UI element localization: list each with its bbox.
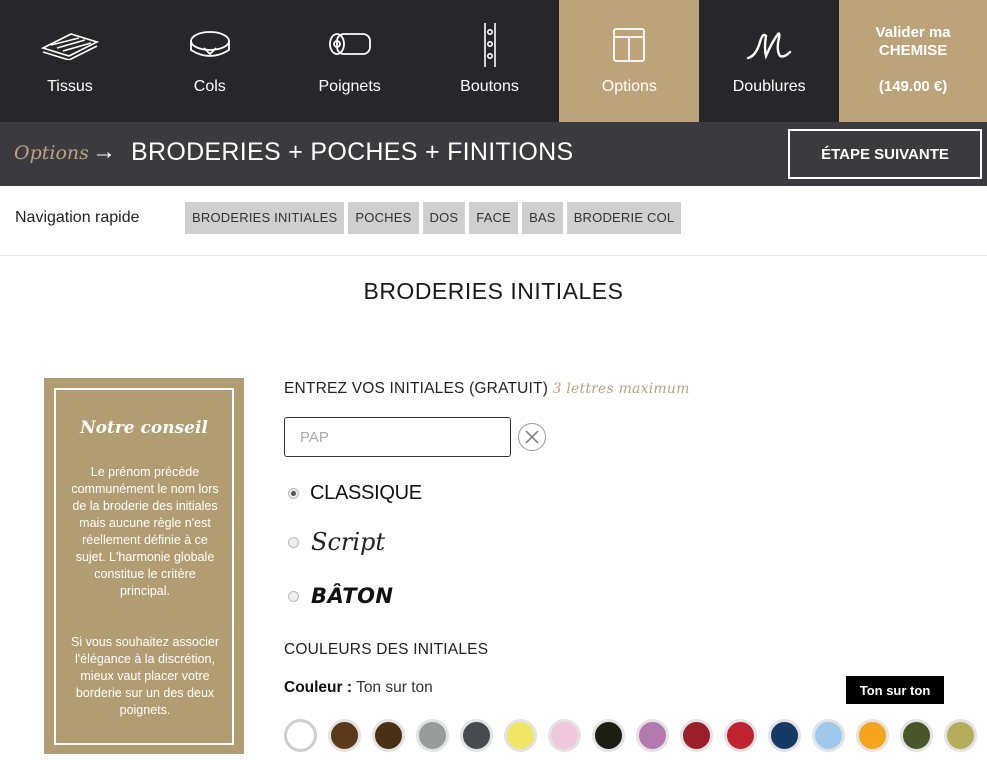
collar-icon <box>180 24 240 66</box>
color-swatch[interactable] <box>504 719 537 752</box>
color-swatch[interactable] <box>284 719 317 752</box>
color-swatch[interactable] <box>812 719 845 752</box>
quick-nav-tab-dos[interactable]: DOS <box>422 202 466 234</box>
radio-classique[interactable] <box>288 488 299 499</box>
color-swatches <box>284 719 987 752</box>
font-label-baton: BÂTON <box>311 584 394 608</box>
color-swatch[interactable] <box>944 719 977 752</box>
quick-nav-tabs: BRODERIES INITIALES POCHES DOS FACE BAS … <box>185 202 685 234</box>
color-current: Couleur : Ton sur ton <box>284 679 433 696</box>
color-swatch[interactable] <box>724 719 757 752</box>
nav-item-boutons[interactable]: Boutons <box>420 0 560 122</box>
nav-label: Doublures <box>732 78 806 95</box>
color-swatch[interactable] <box>372 719 405 752</box>
nav-item-doublures[interactable]: Doublures <box>699 0 839 122</box>
nav-item-cols[interactable]: Cols <box>140 0 280 122</box>
advice-card: Notre conseil Le prénom précède communém… <box>44 378 244 754</box>
quick-nav-tab-poches[interactable]: POCHES <box>348 202 419 234</box>
step-title: BRODERIES + POCHES + FINITIONS <box>131 138 574 166</box>
clear-initials-button[interactable] <box>518 423 546 451</box>
cuff-icon <box>320 24 380 66</box>
advice-paragraph-1: Le prénom précède communément le nom lor… <box>71 465 219 598</box>
nav-label: Boutons <box>460 78 519 95</box>
top-nav: Tissus Cols Poignets Boutons Options Dou… <box>0 0 987 122</box>
quick-nav-tab-face[interactable]: FACE <box>469 202 519 234</box>
next-step-button[interactable]: ÉTAPE SUIVANTE <box>788 129 982 179</box>
fabric-icon <box>40 24 100 66</box>
radio-baton[interactable] <box>288 590 299 602</box>
nav-item-poignets[interactable]: Poignets <box>280 0 420 122</box>
color-current-value: Ton sur ton <box>356 679 433 696</box>
color-swatch[interactable] <box>768 719 801 752</box>
radio-script[interactable] <box>288 536 299 548</box>
quick-nav-tab-broderies-initiales[interactable]: BRODERIES INITIALES <box>185 202 345 234</box>
buttons-icon <box>460 23 520 67</box>
quick-nav-label: Navigation rapide <box>15 209 140 226</box>
nav-label: Tissus <box>47 78 93 95</box>
quick-nav-tab-broderie-col[interactable]: BRODERIE COL <box>566 202 682 234</box>
shirt-option-icon <box>599 24 659 66</box>
initials-input[interactable] <box>284 417 511 457</box>
color-swatch[interactable] <box>636 719 669 752</box>
font-option-baton[interactable]: BÂTON <box>288 584 394 608</box>
colors-title: COULEURS DES INITIALES <box>284 641 489 658</box>
initials-hint: 3 lettres maximum <box>552 381 690 397</box>
nav-item-tissus[interactable]: Tissus <box>0 0 140 122</box>
nav-item-options[interactable]: Options <box>559 0 700 122</box>
color-tooltip: Ton sur ton <box>846 676 944 704</box>
color-swatch[interactable] <box>328 719 361 752</box>
monogram-icon <box>739 24 799 66</box>
color-swatch[interactable] <box>900 719 933 752</box>
quick-nav: Navigation rapide BRODERIES INITIALES PO… <box>0 186 987 256</box>
font-option-script[interactable]: Script <box>288 528 385 556</box>
nav-label: Poignets <box>318 78 381 95</box>
nav-label: Cols <box>193 78 226 95</box>
color-swatch[interactable] <box>592 719 625 752</box>
section-title: BRODERIES INITIALES <box>363 278 624 304</box>
arrow-right-icon: → <box>92 138 116 165</box>
color-swatch[interactable] <box>416 719 449 752</box>
color-swatch[interactable] <box>680 719 713 752</box>
close-icon <box>525 430 539 444</box>
cta-line2: CHEMISE <box>878 42 948 59</box>
color-swatch[interactable] <box>460 719 493 752</box>
step-category: Options <box>14 142 89 164</box>
advice-paragraph-2: Si vous souhaitez associer l'élégance à … <box>71 635 219 717</box>
cta-line1: Valider ma <box>875 24 951 41</box>
quick-nav-tab-bas[interactable]: BAS <box>522 202 563 234</box>
advice-title: Notre conseil <box>80 418 208 438</box>
initials-label: ENTREZ VOS INITIALES (GRATUIT) 3 lettres… <box>284 380 690 397</box>
color-swatch[interactable] <box>548 719 581 752</box>
font-label-classique: CLASSIQUE <box>310 482 422 504</box>
font-option-classique[interactable]: CLASSIQUE <box>288 482 422 505</box>
font-label-script: Script <box>311 528 386 556</box>
validate-shirt-button[interactable]: Valider ma CHEMISE (149.00 €) <box>839 0 987 122</box>
nav-label: Options <box>601 78 657 95</box>
cta-price: (149.00 €) <box>878 78 948 95</box>
color-swatch[interactable] <box>856 719 889 752</box>
step-bar: Options → BRODERIES + POCHES + FINITIONS… <box>0 122 987 186</box>
